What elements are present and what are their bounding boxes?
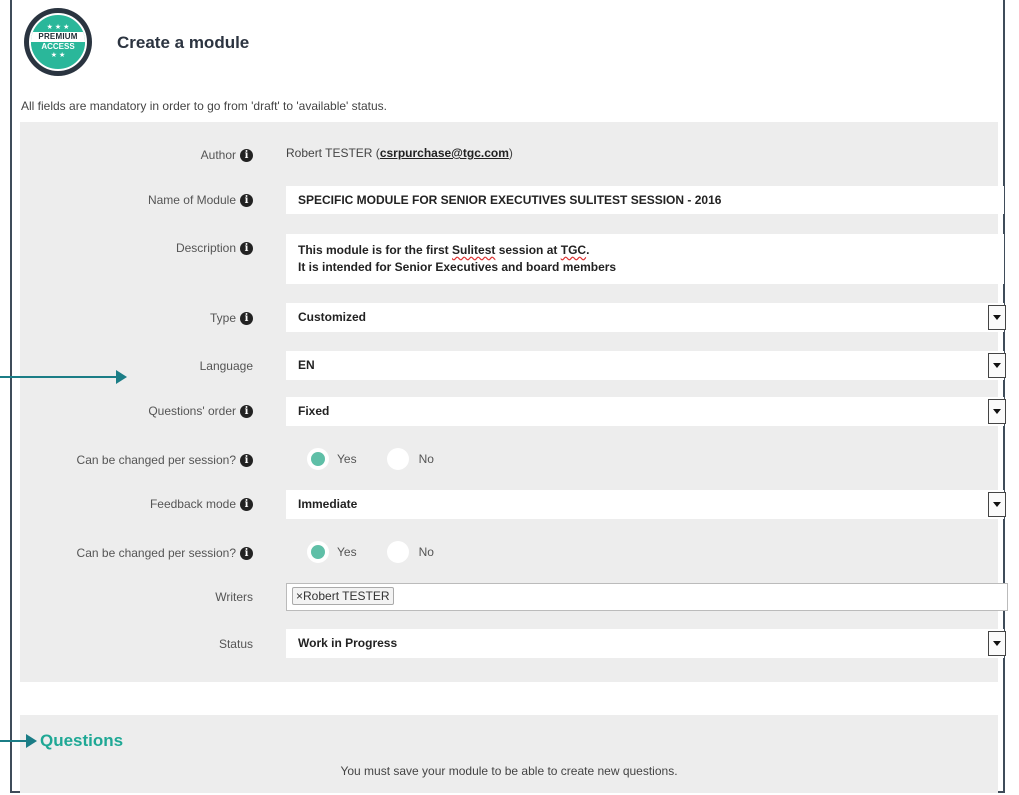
questions-order-label: Questions' order i <box>148 404 253 418</box>
description-label: Description i <box>176 241 253 255</box>
radio-no[interactable] <box>386 541 409 563</box>
description-row: Description i This module is for the fir… <box>20 234 1004 284</box>
writers-label: Writers <box>215 590 253 604</box>
description-textarea[interactable]: This module is for the first Sulitest se… <box>286 234 1004 284</box>
badge-top-text: PREMIUM <box>31 32 85 42</box>
type-select[interactable]: Customized <box>286 303 1006 332</box>
module-name-input[interactable]: SPECIFIC MODULE FOR SENIOR EXECUTIVES SU… <box>286 186 1004 214</box>
radio-yes[interactable] <box>307 448 329 470</box>
questions-title: Questions <box>40 731 124 750</box>
writers-row: Writers ×Robert TESTER <box>20 583 1008 611</box>
page-title: Create a module <box>117 33 250 52</box>
info-icon[interactable]: i <box>240 404 253 418</box>
questions-order-row: Questions' order i Fixed <box>20 397 1006 426</box>
info-icon[interactable]: i <box>240 497 253 511</box>
writer-tag: ×Robert TESTER <box>292 587 394 605</box>
radio-yes[interactable] <box>307 541 329 563</box>
order-changeable-label: Can be changed per session? i <box>77 453 253 467</box>
chevron-down-icon[interactable] <box>988 631 1006 656</box>
intro-text: All fields are mandatory in order to go … <box>21 99 388 113</box>
premium-access-badge-icon: ★ ★ ★ PREMIUM ACCESS ★ ★ <box>24 8 92 76</box>
author-value: Robert TESTER (csrpurchase@tgc.com) <box>286 146 513 160</box>
language-label: Language <box>199 359 253 373</box>
name-row: Name of Module i SPECIFIC MODULE FOR SEN… <box>20 186 1004 214</box>
status-select[interactable]: Work in Progress <box>286 629 1006 658</box>
author-email-link[interactable]: csrpurchase@tgc.com <box>380 146 509 160</box>
chevron-down-icon[interactable] <box>988 305 1006 330</box>
header: ★ ★ ★ PREMIUM ACCESS ★ ★ Create a module <box>12 0 1003 85</box>
feedback-row: Feedback mode i Immediate <box>20 490 1006 519</box>
order-changeable-row: Can be changed per session? i Yes No <box>20 448 998 472</box>
author-label: Author i <box>201 148 253 162</box>
info-icon[interactable]: i <box>240 241 253 255</box>
info-icon[interactable]: i <box>240 193 253 207</box>
info-icon[interactable]: i <box>240 546 253 560</box>
questions-message: You must save your module to be able to … <box>340 764 678 778</box>
tag-remove-icon[interactable]: × <box>296 589 303 603</box>
feedback-changeable-radios: Yes No <box>307 541 434 563</box>
status-row: Status Work in Progress <box>20 629 1006 658</box>
info-icon[interactable]: i <box>240 453 253 467</box>
feedback-label: Feedback mode i <box>150 497 253 511</box>
radio-no[interactable] <box>386 448 409 470</box>
feedback-select[interactable]: Immediate <box>286 490 1006 519</box>
module-window: ★ ★ ★ PREMIUM ACCESS ★ ★ Create a module… <box>10 0 1008 793</box>
badge-bottom-text: ACCESS <box>31 42 85 52</box>
language-row: Language EN <box>20 351 1006 380</box>
questions-section: Questions You must save your module to b… <box>20 715 998 793</box>
writers-input[interactable]: ×Robert TESTER <box>286 583 1008 611</box>
arrow-right-icon <box>0 370 127 384</box>
feedback-changeable-row: Can be changed per session? i Yes No <box>20 541 998 565</box>
info-icon[interactable]: i <box>240 311 253 325</box>
name-label: Name of Module i <box>148 193 253 207</box>
feedback-changeable-label: Can be changed per session? i <box>77 546 253 560</box>
status-label: Status <box>218 637 253 651</box>
language-select[interactable]: EN <box>286 351 1006 380</box>
chevron-down-icon[interactable] <box>988 353 1006 378</box>
chevron-down-icon[interactable] <box>988 399 1006 424</box>
arrow-right-icon <box>0 734 37 748</box>
chevron-down-icon[interactable] <box>988 492 1006 517</box>
questions-order-select[interactable]: Fixed <box>286 397 1006 426</box>
module-form: Author i Robert TESTER (csrpurchase@tgc.… <box>20 122 1008 682</box>
type-label: Type i <box>210 311 253 325</box>
type-row: Type i Customized <box>20 303 1006 332</box>
info-icon[interactable]: i <box>240 148 253 162</box>
order-changeable-radios: Yes No <box>307 448 434 470</box>
author-row: Author i Robert TESTER (csrpurchase@tgc.… <box>20 144 998 164</box>
